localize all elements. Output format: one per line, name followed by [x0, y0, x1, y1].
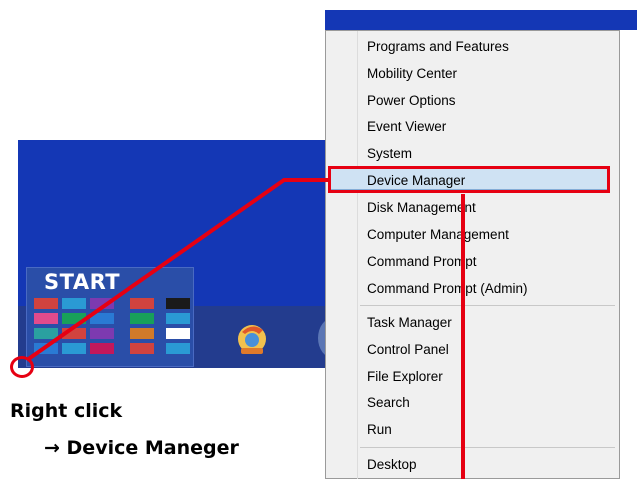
instruction-right-click: Right click — [10, 400, 123, 422]
instruction-device-manager: → Device Maneger — [44, 437, 239, 459]
start-annotation-circle — [10, 356, 34, 378]
